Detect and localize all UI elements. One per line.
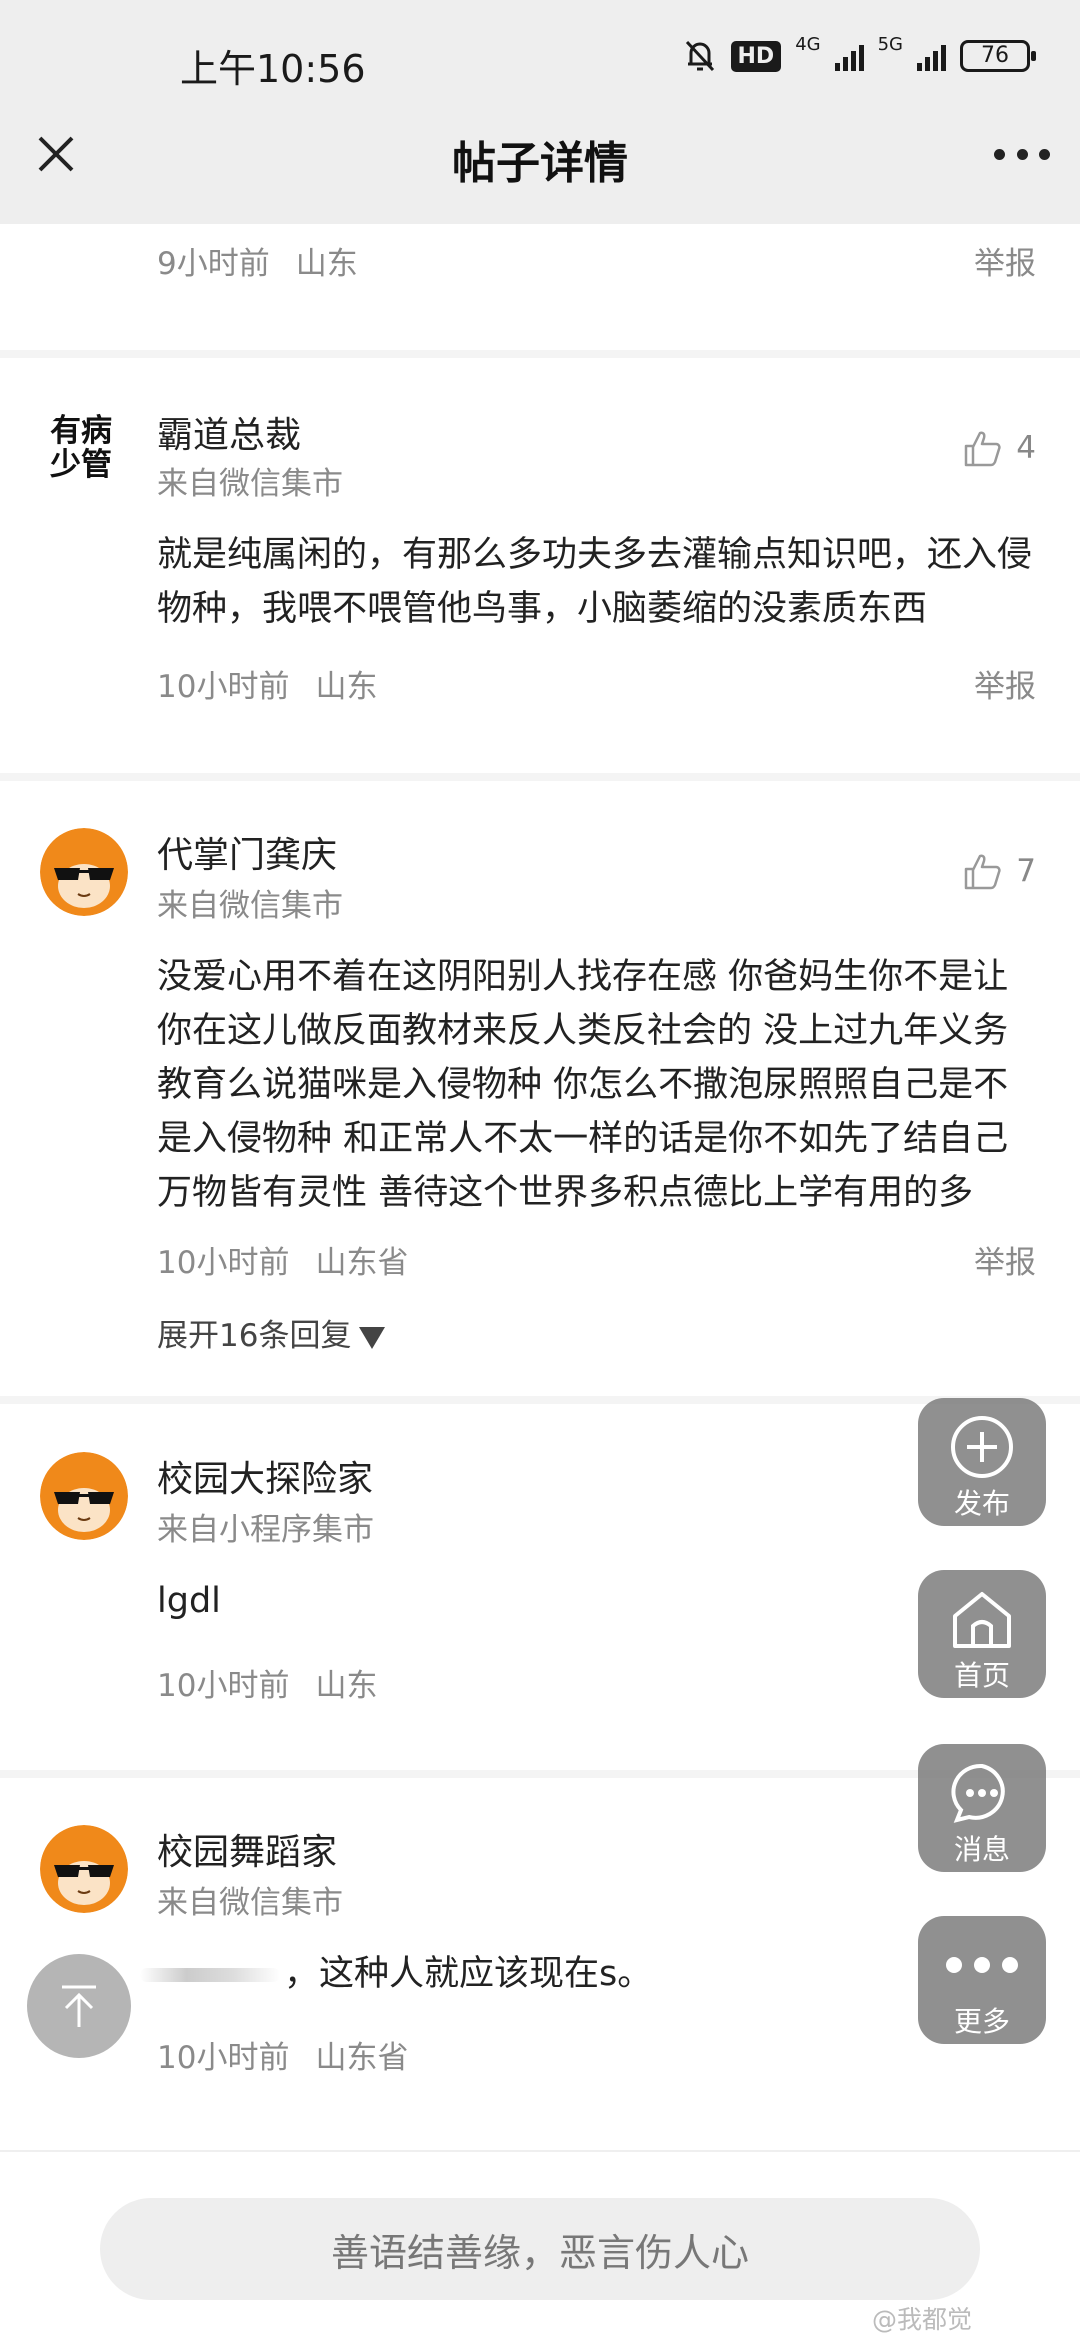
commenter-name[interactable]: 校园舞蹈家 bbox=[157, 1823, 337, 1875]
comment-time: 10小时前 bbox=[157, 669, 290, 705]
avatar[interactable] bbox=[40, 1825, 128, 1913]
status-icons: HD 4G 5G 76 bbox=[683, 34, 1036, 74]
signal-2-icon bbox=[917, 41, 946, 71]
plus-circle-icon bbox=[951, 1416, 1013, 1478]
comment-time: 9小时前 bbox=[157, 246, 270, 282]
hamster-sunglasses-avatar bbox=[40, 1452, 128, 1540]
comment-source: 来自小程序集市 bbox=[157, 1512, 374, 1548]
divider bbox=[0, 350, 1080, 358]
hamster-sunglasses-avatar bbox=[40, 1825, 128, 1913]
home-icon bbox=[953, 1592, 1011, 1648]
messages-label: 消息 bbox=[953, 1833, 1010, 1866]
report-button[interactable]: 举报 bbox=[974, 238, 1036, 283]
expand-replies-label: 展开16条回复 bbox=[157, 1318, 352, 1354]
comment-meta: 10小时前 山东省 bbox=[157, 2032, 408, 2077]
comment-time: 10小时前 bbox=[157, 1668, 290, 1704]
comment-source: 来自微信集市 bbox=[157, 1885, 343, 1921]
messages-button[interactable]: 消息 bbox=[918, 1744, 1046, 1872]
comment-input[interactable]: 善语结善缘，恶言伤人心 bbox=[100, 2198, 980, 2300]
more-button[interactable]: 更多 bbox=[918, 1916, 1046, 2044]
home-button[interactable]: 首页 bbox=[918, 1570, 1046, 1698]
comment-meta: 10小时前 山东 bbox=[157, 661, 377, 706]
triangle-down-icon bbox=[359, 1326, 386, 1349]
comment-location: 山东 bbox=[315, 1668, 378, 1704]
more-dots-icon bbox=[946, 1957, 1018, 1973]
avatar[interactable] bbox=[40, 828, 128, 916]
thumbs-up-icon bbox=[965, 431, 1001, 467]
comment-source: 来自微信集市 bbox=[157, 466, 343, 502]
comment-location: 山东 bbox=[315, 669, 378, 705]
divider bbox=[0, 773, 1080, 781]
comment-location: 山东 bbox=[295, 246, 358, 282]
comment-source: 来自微信集市 bbox=[157, 888, 343, 924]
hd-voice-icon: HD bbox=[730, 40, 782, 72]
chat-bubble-icon bbox=[951, 1763, 1005, 1823]
scroll-to-top-button[interactable] bbox=[27, 1954, 131, 2058]
comment-text: 就是纯属闲的，有那么多功夫多去灌输点知识吧，还入侵物种，我喂不喂管他鸟事，小脑萎… bbox=[157, 535, 1033, 629]
comment-text-visible: ，这种人就应该现在s。 bbox=[284, 1954, 653, 1994]
comment-meta: 10小时前 山东 bbox=[157, 1660, 377, 1705]
avatar[interactable] bbox=[40, 1452, 128, 1540]
arrow-up-icon bbox=[62, 1985, 96, 2027]
comment-text: 没爱心用不着在这阴阳别人找存在感 你爸妈生你不是让你在这儿做反面教材来反人类反社… bbox=[157, 957, 1009, 1213]
like-button[interactable]: 4 bbox=[962, 428, 1036, 468]
network-5g-label: 5G bbox=[877, 33, 903, 55]
comment-location: 山东省 bbox=[315, 1245, 409, 1281]
mute-bell-icon bbox=[685, 40, 714, 72]
comment-text: lgdl bbox=[157, 1581, 221, 1621]
network-4g-label: 4G bbox=[795, 33, 821, 55]
commenter-name[interactable]: 代掌门龚庆 bbox=[157, 826, 337, 878]
status-time: 上午10:56 bbox=[180, 47, 366, 91]
page-title: 帖子详情 bbox=[452, 138, 628, 189]
expand-replies-button[interactable]: 展开16条回复 bbox=[157, 1310, 386, 1355]
comment-time: 10小时前 bbox=[157, 2040, 290, 2076]
comment-location: 山东省 bbox=[315, 2040, 409, 2076]
comment-text: ，这种人就应该现在s。 bbox=[140, 1947, 1025, 2001]
hamster-sunglasses-avatar bbox=[40, 828, 128, 916]
report-button[interactable]: 举报 bbox=[974, 1237, 1036, 1282]
thumbs-up-icon bbox=[965, 854, 1001, 890]
like-button[interactable]: 7 bbox=[962, 851, 1036, 891]
commenter-name[interactable]: 霸道总裁 bbox=[157, 406, 301, 458]
blurred-text bbox=[140, 1968, 280, 1982]
avatar-sticker-text: 有病 少管 bbox=[40, 408, 128, 496]
comment-meta: 10小时前 山东省 bbox=[157, 1237, 408, 1282]
like-count: 4 bbox=[1016, 430, 1036, 466]
publish-label: 发布 bbox=[953, 1487, 1010, 1520]
home-label: 首页 bbox=[953, 1659, 1010, 1692]
like-count: 7 bbox=[1016, 853, 1036, 889]
avatar[interactable]: 有病 少管 bbox=[40, 408, 128, 496]
divider bbox=[0, 1396, 1080, 1404]
more-options-icon[interactable] bbox=[994, 134, 1050, 174]
comment-time: 10小时前 bbox=[157, 1245, 290, 1281]
comment-meta: 9小时前 山东 bbox=[157, 238, 358, 283]
report-button[interactable]: 举报 bbox=[974, 661, 1036, 706]
watermark: @我都觉 bbox=[871, 2305, 972, 2334]
publish-button[interactable]: 发布 bbox=[918, 1398, 1046, 1526]
commenter-name[interactable]: 校园大探险家 bbox=[157, 1450, 373, 1502]
battery-icon: 76 bbox=[960, 40, 1036, 72]
more-label: 更多 bbox=[953, 2005, 1010, 2038]
signal-1-icon bbox=[834, 41, 864, 71]
